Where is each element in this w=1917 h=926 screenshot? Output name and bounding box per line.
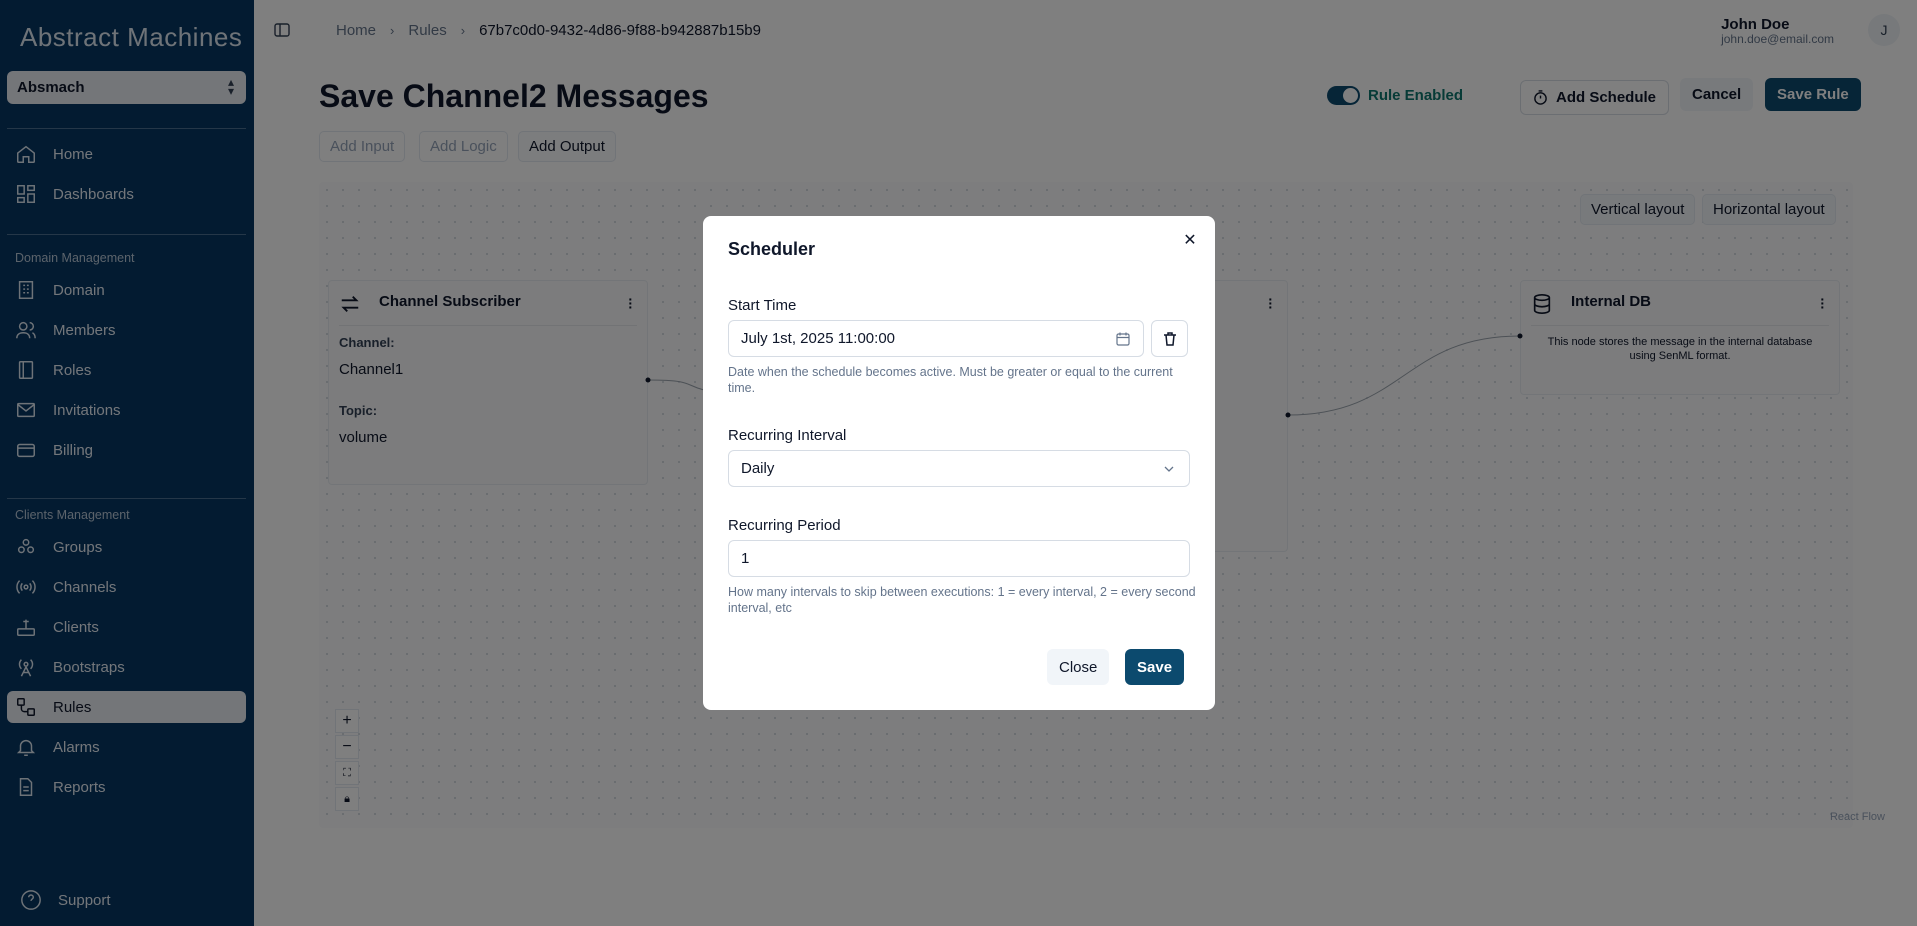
start-time-help: Date when the schedule becomes active. M…: [728, 365, 1173, 395]
scheduler-dialog: Scheduler ✕ Start Time July 1st, 2025 11…: [703, 216, 1215, 710]
save-button[interactable]: Save: [1125, 649, 1185, 685]
recurring-period-label: Recurring Period: [728, 517, 841, 534]
dialog-title: Scheduler: [728, 239, 816, 259]
recurring-interval-value: Daily: [741, 460, 775, 477]
recurring-period-value: 1: [741, 550, 750, 567]
recurring-interval-select[interactable]: Daily: [728, 450, 1190, 487]
recurring-interval-label: Recurring Interval: [728, 427, 847, 444]
chevron-down-icon: [1164, 466, 1174, 472]
start-time-input[interactable]: July 1st, 2025 11:00:00: [728, 320, 1144, 357]
calendar-icon: [1116, 332, 1130, 346]
start-time-value: July 1st, 2025 11:00:00: [741, 330, 895, 347]
trash-icon: [1163, 331, 1176, 346]
close-button[interactable]: Close: [1047, 649, 1110, 685]
recurring-period-help: How many intervals to skip between execu…: [728, 585, 1196, 615]
recurring-period-input[interactable]: 1: [728, 540, 1190, 577]
start-time-label: Start Time: [728, 297, 797, 314]
clear-start-time-button[interactable]: [1151, 320, 1188, 357]
close-icon[interactable]: ✕: [1182, 233, 1198, 249]
